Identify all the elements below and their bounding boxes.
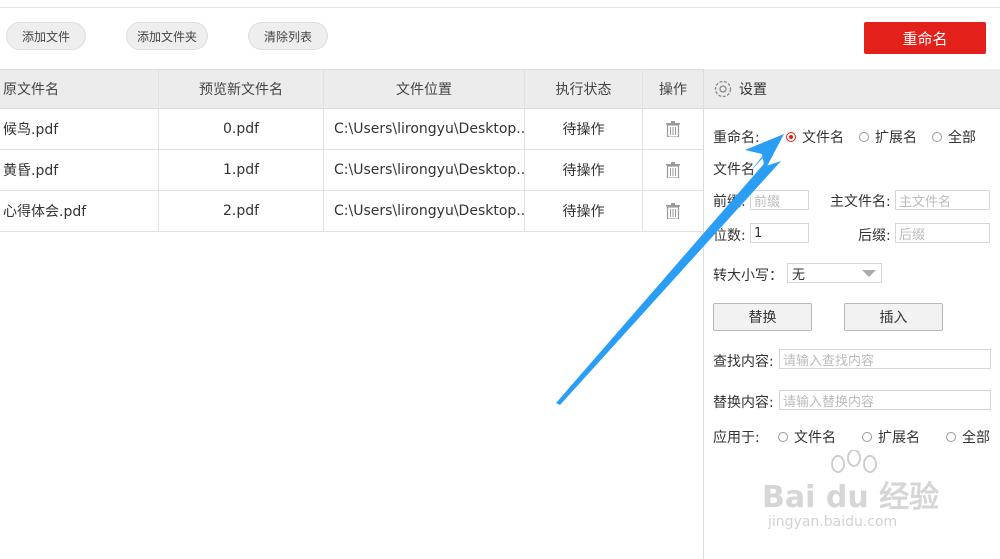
radio-icon <box>859 132 869 142</box>
digits-label: 位数: <box>713 228 746 244</box>
watermark-url: jingyan.baidu.com <box>768 514 898 530</box>
location-cell: C:\Users\lirongyu\Desktop... <box>324 150 525 190</box>
rename-label: 重命名: <box>713 130 760 146</box>
main-name-input[interactable]: 主文件名 <box>895 190 990 210</box>
table-row[interactable]: 黄昏.pdf 1.pdf C:\Users\lirongyu\Desktop..… <box>0 150 703 191</box>
radio-label: 全部 <box>962 430 990 446</box>
case-select[interactable]: 无 <box>787 263 882 283</box>
preview-name-cell: 2.pdf <box>159 191 324 231</box>
apply-to-label: 应用于: <box>713 430 760 446</box>
original-name-cell: 黄昏.pdf <box>0 150 159 190</box>
digits-input[interactable]: 1 <box>750 223 809 243</box>
suffix-label: 后缀: <box>858 228 891 244</box>
rename-option-all[interactable]: 全部 <box>932 127 976 147</box>
radio-label: 文件名 <box>802 130 844 146</box>
delete-cell <box>643 150 703 190</box>
suffix-input[interactable]: 后缀 <box>895 223 990 243</box>
replace-content-input[interactable]: 请输入替换内容 <box>779 390 991 410</box>
table-header: 原文件名 预览新文件名 文件位置 执行状态 操作 <box>0 69 703 109</box>
original-name-cell: 候鸟.pdf <box>0 109 159 149</box>
case-select-value: 无 <box>792 267 806 283</box>
status-cell: 待操作 <box>525 191 643 231</box>
header-preview-name: 预览新文件名 <box>159 70 324 108</box>
header-original-name: 原文件名 <box>0 70 159 108</box>
location-cell: C:\Users\lirongyu\Desktop... <box>324 109 525 149</box>
table-row[interactable]: 候鸟.pdf 0.pdf C:\Users\lirongyu\Desktop..… <box>0 109 703 150</box>
prefix-input[interactable]: 前缀 <box>750 190 809 210</box>
baidu-watermark: Bai du 经验 jingyan.baidu.com <box>762 450 962 550</box>
radio-icon <box>946 432 956 442</box>
radio-label: 文件名 <box>794 430 836 446</box>
gear-icon <box>714 80 732 97</box>
radio-label: 全部 <box>948 130 976 146</box>
header-actions: 操作 <box>659 82 687 98</box>
delete-cell <box>643 109 703 149</box>
settings-title: 设置 <box>739 81 767 98</box>
radio-icon <box>932 132 942 142</box>
trash-icon[interactable] <box>666 162 680 178</box>
insert-button[interactable]: 插入 <box>844 303 943 331</box>
apply-option-all[interactable]: 全部 <box>946 427 990 447</box>
case-label: 转大小写： <box>713 268 783 284</box>
delete-cell <box>643 191 703 231</box>
status-cell: 待操作 <box>525 150 643 190</box>
chevron-down-icon <box>862 270 876 277</box>
trash-icon[interactable] <box>666 203 680 219</box>
preview-name-cell: 1.pdf <box>159 150 324 190</box>
original-name-cell: 心得体会.pdf <box>0 191 159 231</box>
find-input[interactable]: 请输入查找内容 <box>779 349 991 369</box>
header-status: 执行状态 <box>525 70 643 108</box>
preview-name-cell: 0.pdf <box>159 109 324 149</box>
radio-selected-icon <box>786 132 796 142</box>
rename-button[interactable]: 重命名 <box>864 22 986 54</box>
replace-button[interactable]: 替换 <box>713 303 812 331</box>
radio-label: 扩展名 <box>875 130 917 146</box>
find-label: 查找内容: <box>713 354 774 370</box>
apply-option-extension[interactable]: 扩展名 <box>862 427 920 447</box>
rename-option-extension[interactable]: 扩展名 <box>859 127 917 147</box>
table-row[interactable]: 心得体会.pdf 2.pdf C:\Users\lirongyu\Desktop… <box>0 191 703 232</box>
radio-icon <box>778 432 788 442</box>
add-folder-button[interactable]: 添加文件夹 <box>126 22 208 50</box>
status-cell: 待操作 <box>525 109 643 149</box>
radio-label: 扩展名 <box>878 430 920 446</box>
filename-section-label: 文件名 <box>713 162 755 178</box>
add-file-button[interactable]: 添加文件 <box>6 22 86 50</box>
apply-option-filename[interactable]: 文件名 <box>778 427 836 447</box>
settings-header: 设置 <box>704 69 1000 109</box>
radio-icon <box>862 432 872 442</box>
file-table: 原文件名 预览新文件名 文件位置 执行状态 操作 候鸟.pdf 0.pdf C:… <box>0 69 703 232</box>
main-name-label: 主文件名: <box>830 194 891 210</box>
prefix-label: 前缀: <box>713 194 746 210</box>
watermark-brand: Bai du 经验 <box>762 480 940 515</box>
rename-option-filename[interactable]: 文件名 <box>786 127 844 147</box>
top-divider <box>0 7 1000 8</box>
header-location: 文件位置 <box>324 70 525 108</box>
trash-icon[interactable] <box>666 121 680 137</box>
replace-content-label: 替换内容: <box>713 395 774 411</box>
clear-list-button[interactable]: 清除列表 <box>248 22 328 50</box>
location-cell: C:\Users\lirongyu\Desktop... <box>324 191 525 231</box>
